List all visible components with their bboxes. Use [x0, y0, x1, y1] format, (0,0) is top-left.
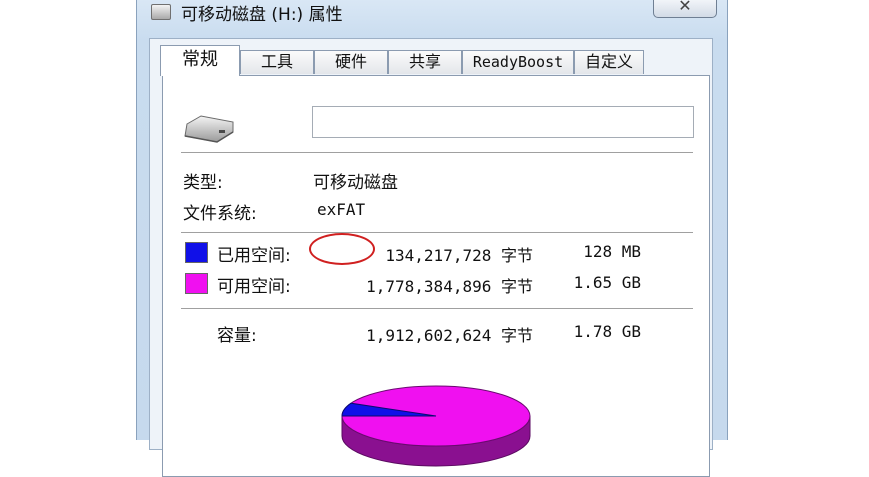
- used-space-label: 已用空间:: [217, 246, 291, 266]
- removable-drive-icon: [184, 115, 234, 143]
- tab-general[interactable]: 常规: [160, 45, 240, 76]
- used-space-size: 128 MB: [583, 242, 641, 261]
- title-bar: 可移动磁盘 (H:) 属性 ✕: [137, 0, 727, 28]
- filesystem-label: 文件系统:: [183, 204, 257, 224]
- filesystem-highlight-circle: [309, 233, 375, 265]
- free-space-bytes: 1,778,384,896 字节: [366, 277, 533, 296]
- capacity-bytes: 1,912,602,624 字节: [366, 326, 533, 345]
- separator: [181, 308, 693, 309]
- disk-usage-pie: [341, 385, 531, 467]
- free-space-swatch: [185, 273, 208, 294]
- drive-icon-small: [151, 4, 171, 20]
- separator: [181, 232, 693, 233]
- free-space-size: 1.65 GB: [573, 273, 641, 292]
- separator: [181, 152, 693, 153]
- type-label: 类型:: [183, 173, 223, 193]
- tab-customize[interactable]: 自定义: [574, 50, 644, 74]
- used-space-swatch: [185, 242, 208, 263]
- tab-sharing[interactable]: 共享: [388, 50, 462, 74]
- properties-window: 可移动磁盘 (H:) 属性 ✕ 常规 工具 硬件 共享 ReadyBoost 自…: [136, 0, 728, 477]
- tab-readyboost[interactable]: ReadyBoost: [462, 50, 574, 74]
- window-title: 可移动磁盘 (H:) 属性: [181, 5, 343, 25]
- general-panel: 类型: 可移动磁盘 文件系统: exFAT 已用空间: 134,217,728 …: [162, 75, 710, 477]
- free-space-label: 可用空间:: [217, 277, 291, 297]
- close-button[interactable]: ✕: [653, 0, 717, 18]
- tab-tools[interactable]: 工具: [240, 50, 314, 74]
- dialog-content: 常规 工具 硬件 共享 ReadyBoost 自定义 类型: 可移动磁盘 文件系…: [149, 38, 713, 477]
- volume-name-input[interactable]: [312, 106, 694, 138]
- capacity-label: 容量:: [217, 326, 257, 346]
- filesystem-value: exFAT: [317, 200, 366, 219]
- type-value: 可移动磁盘: [313, 173, 398, 193]
- capacity-size: 1.78 GB: [573, 322, 641, 341]
- tab-hardware[interactable]: 硬件: [314, 50, 388, 74]
- close-icon: ✕: [678, 0, 692, 15]
